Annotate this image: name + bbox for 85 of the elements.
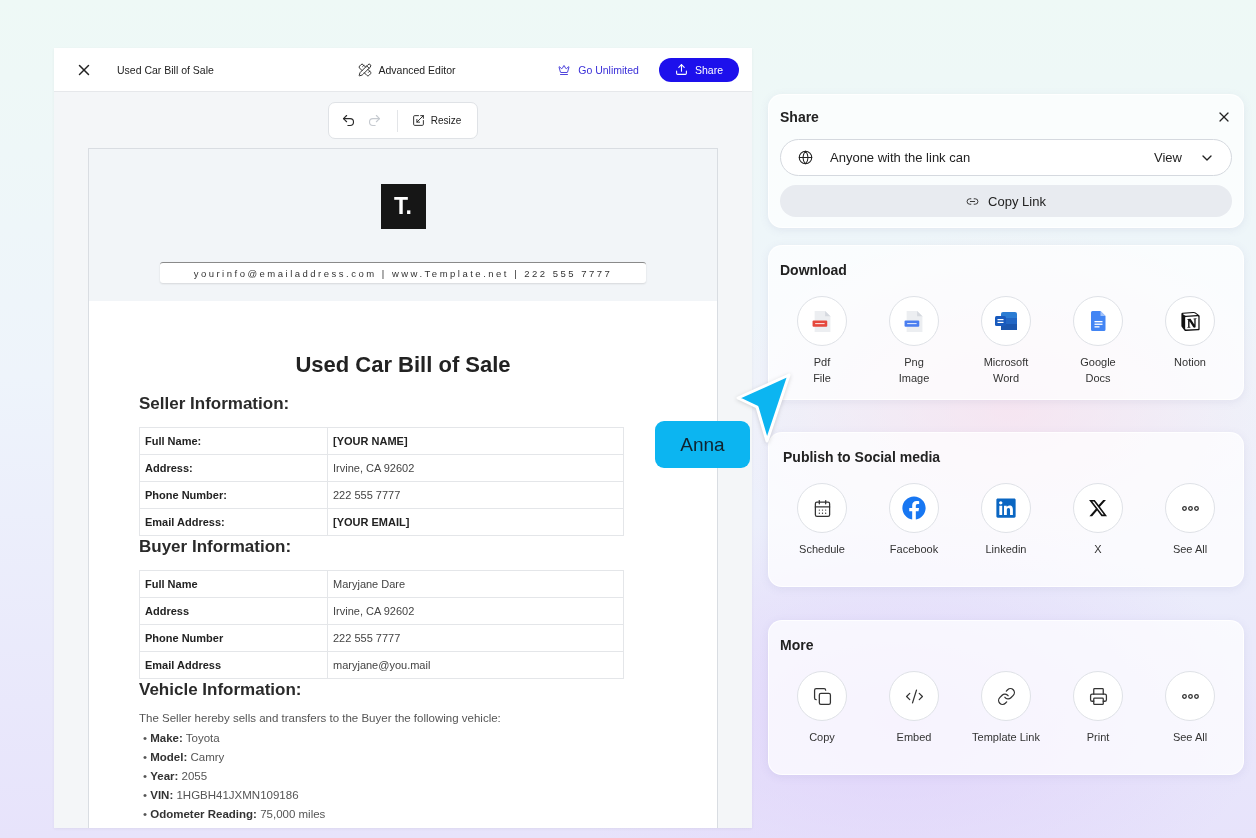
list-item: • Make: Toyota	[142, 731, 220, 746]
contact-banner: yourinfo@emailaddress.com | www.Template.net | 222 555 7777	[160, 262, 646, 283]
table-cell: Phone Number:	[139, 481, 328, 509]
crown-icon	[558, 63, 571, 76]
printer-icon	[1088, 686, 1108, 706]
option-label: Google Docs	[1080, 355, 1116, 386]
table-cell: [YOUR EMAIL]	[327, 508, 624, 536]
option-button[interactable]	[981, 296, 1031, 346]
table-cell: Phone Number	[139, 624, 328, 652]
pdf-file-icon	[812, 310, 832, 332]
document-name: Used Car Bill of Sale	[117, 63, 214, 76]
more-icon	[1181, 693, 1199, 699]
table-cell: Email Address	[139, 651, 328, 679]
table-cell: 222 555 7777	[327, 624, 624, 652]
table-cell: maryjane@you.mail	[327, 651, 624, 679]
option-label: Png Image	[898, 355, 930, 386]
option-label: Template Link	[972, 730, 1040, 745]
panel-title: Download	[779, 262, 847, 278]
option-button[interactable]	[1073, 671, 1123, 721]
table-cell: Maryjane Dare	[327, 570, 624, 598]
redo-icon	[366, 113, 382, 128]
option-label: Linkedin	[985, 542, 1027, 557]
undo-button[interactable]	[340, 113, 356, 128]
panel-title: More	[779, 637, 814, 653]
access-text: Anyone with the link can	[830, 150, 972, 165]
option-button[interactable]	[1073, 483, 1123, 533]
table-cell: Address:	[139, 454, 328, 482]
section-heading: Vehicle Information:	[139, 679, 302, 701]
table-cell: 222 555 7777	[327, 481, 624, 509]
option-button[interactable]	[1165, 296, 1215, 346]
list-item: • Model: Camry	[142, 750, 225, 765]
more-icon	[1181, 505, 1199, 511]
table-cell: Full Name:	[139, 427, 328, 455]
notion-icon	[1180, 311, 1200, 331]
table-cell: Irvine, CA 92602	[327, 597, 624, 625]
option-label: Print	[1086, 730, 1110, 745]
paragraph: The Seller hereby sells and transfers to the Buyer the following vehicle:	[139, 711, 501, 726]
png-file-icon	[904, 310, 924, 332]
user-name-tag: Anna	[655, 421, 750, 468]
table-cell: Full Name	[139, 570, 328, 598]
upload-icon	[674, 63, 688, 76]
option-label: X	[1094, 542, 1102, 557]
panel-title: Publish to Social media	[782, 449, 941, 465]
linkedin-icon	[995, 497, 1017, 519]
globe-icon	[798, 150, 813, 165]
list-item: • Odometer Reading: 75,000 miles	[142, 807, 326, 822]
option-label: See All	[1172, 730, 1208, 745]
pencil-ruler-icon	[358, 62, 373, 77]
resize-button[interactable]: Resize	[411, 114, 462, 127]
list-item: • VIN: 1HGBH41JXMN109186	[142, 788, 299, 803]
advanced-editor-button[interactable]: Advanced Editor	[358, 62, 456, 77]
table-cell: Irvine, CA 92602	[327, 454, 624, 482]
undo-icon	[340, 113, 356, 128]
table-cell: Email Address:	[139, 508, 328, 536]
document-title: Used Car Bill of Sale	[294, 351, 512, 379]
facebook-icon	[902, 496, 926, 520]
option-label: Pdf File	[813, 355, 831, 386]
copy-icon	[812, 686, 832, 706]
copy-link-button[interactable]: Copy Link	[780, 185, 1232, 217]
docs-icon	[1090, 311, 1106, 331]
permission-select[interactable]: View	[1154, 149, 1215, 166]
option-label: Copy	[809, 730, 835, 745]
option-label: Microsoft Word	[983, 355, 1029, 386]
resize-icon	[411, 114, 425, 127]
option-button[interactable]	[797, 483, 847, 533]
option-label: Notion	[1174, 355, 1206, 370]
calendar-icon	[812, 498, 832, 518]
section-heading: Seller Information:	[139, 393, 290, 415]
table-cell: Address	[139, 597, 328, 625]
option-label: Schedule	[799, 542, 845, 557]
section-heading: Buyer Information:	[139, 536, 292, 558]
table-cell: [YOUR NAME]	[327, 427, 624, 455]
link-icon	[996, 686, 1016, 706]
list-item: • Year: 2055	[142, 769, 208, 784]
option-label: See All	[1172, 542, 1208, 557]
word-icon	[995, 311, 1017, 331]
option-label: Facebook	[889, 542, 939, 557]
share-button[interactable]: Share	[658, 57, 739, 82]
x-logo-icon	[1088, 498, 1108, 518]
logo: T.	[380, 184, 426, 229]
option-label: Embed	[896, 730, 932, 745]
link-access-field[interactable]: Anyone with the link can View	[780, 139, 1232, 176]
panel-title: Share	[780, 108, 819, 127]
upgrade-link[interactable]: Go Unlimited	[558, 63, 639, 76]
option-button[interactable]	[797, 671, 847, 721]
